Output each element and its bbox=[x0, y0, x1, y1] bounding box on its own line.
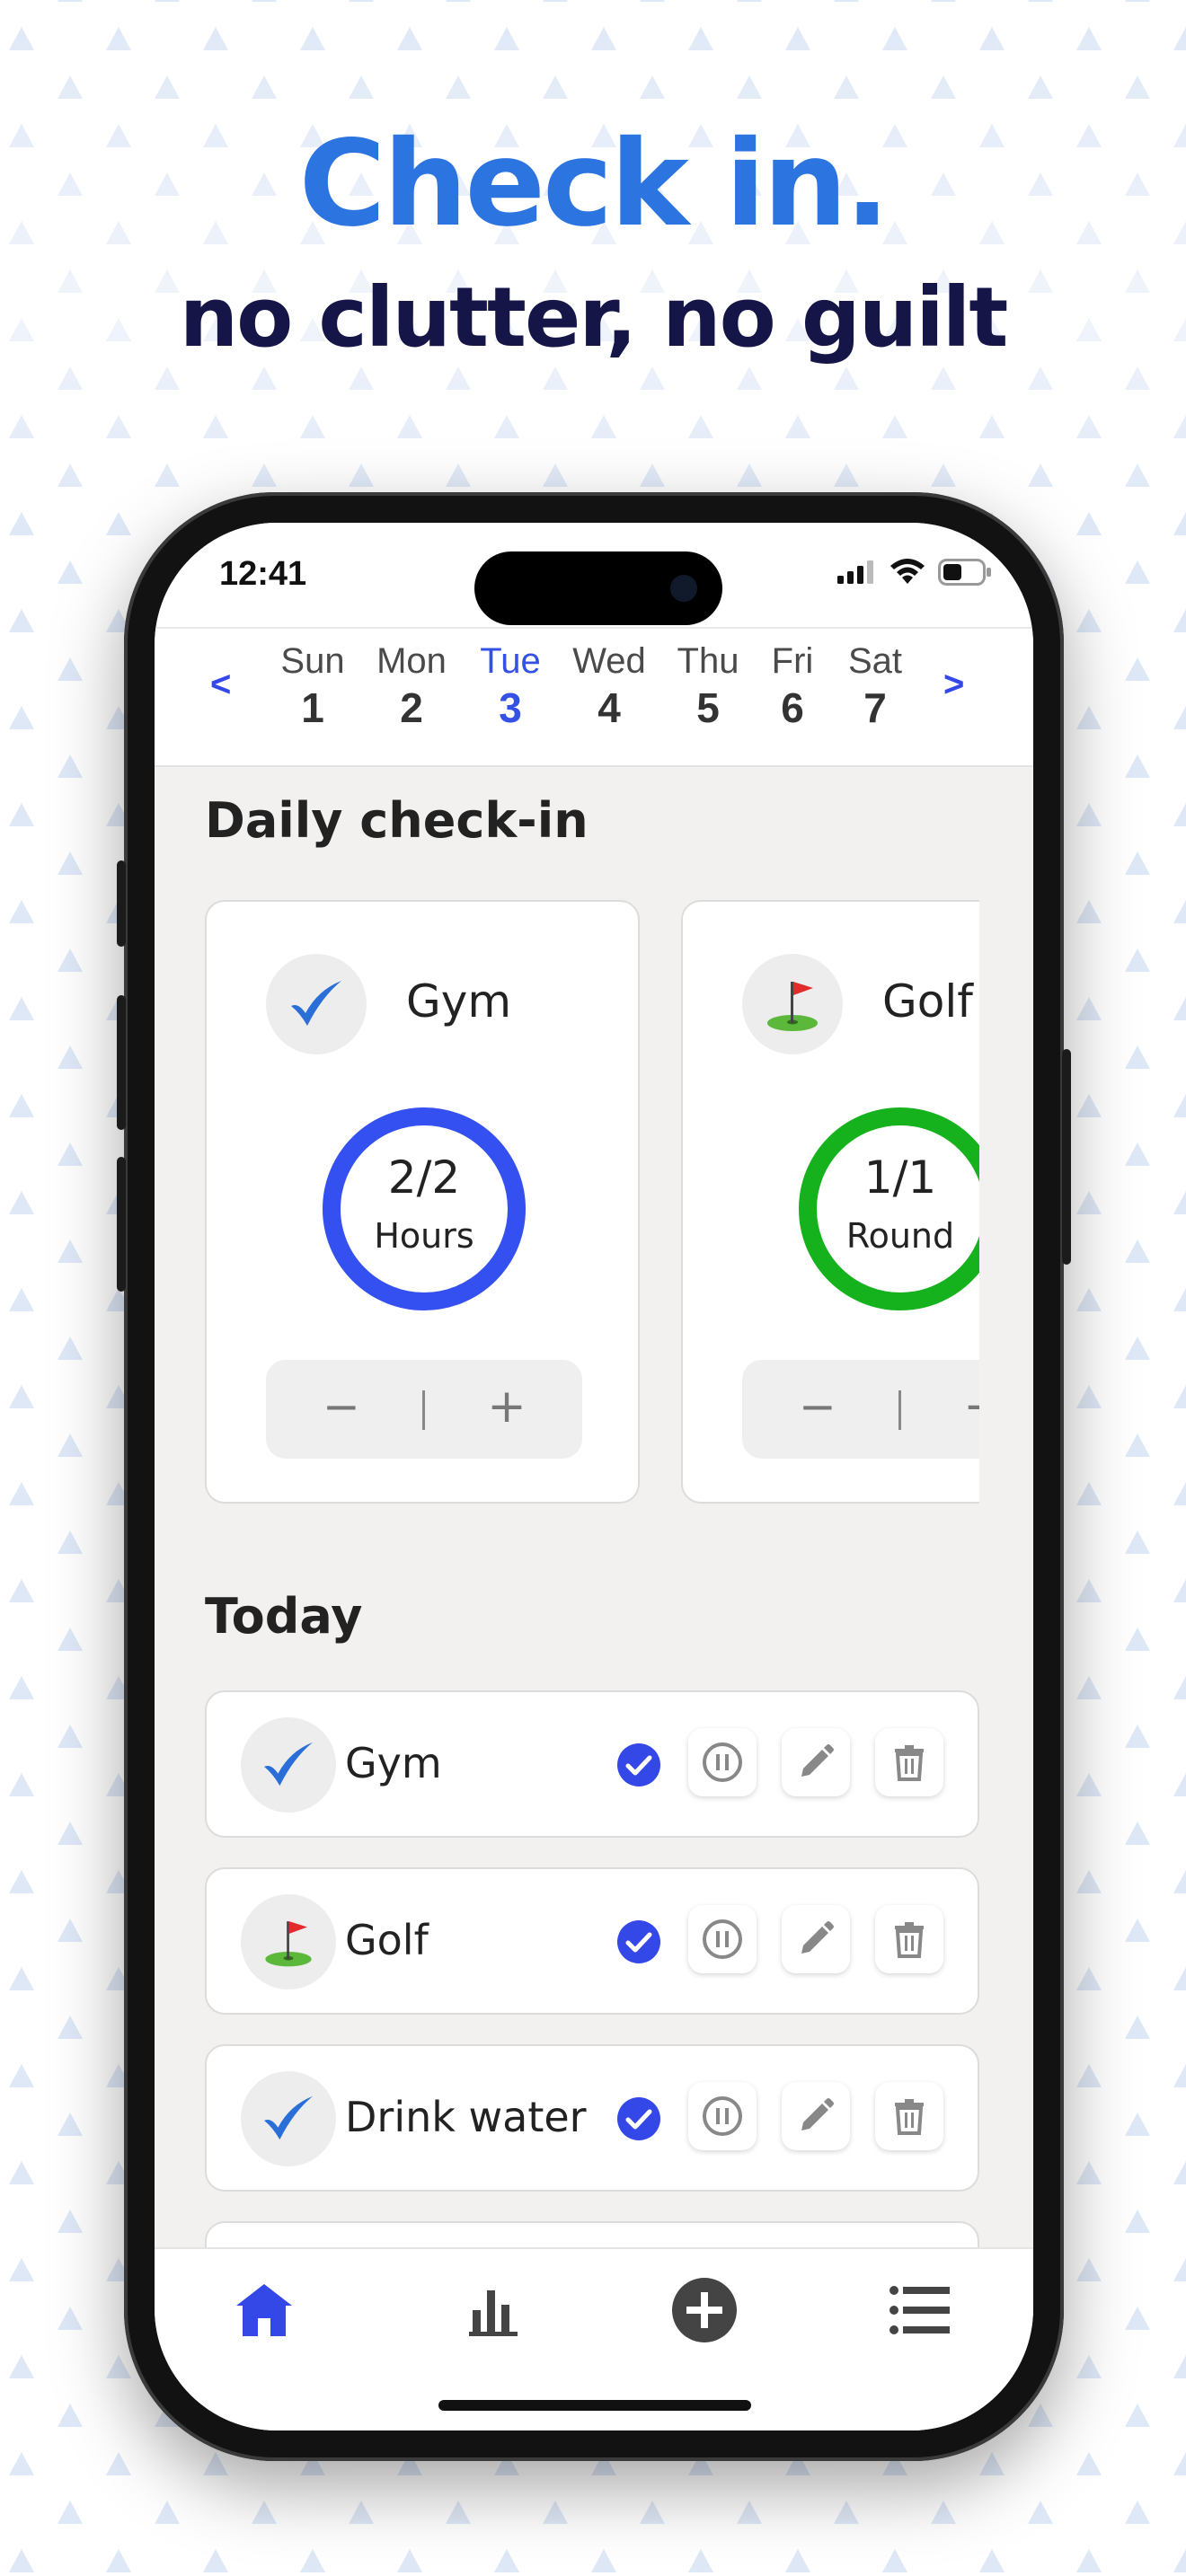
progress-ring-gym bbox=[323, 1107, 526, 1310]
daily-checkin-carousel[interactable]: Gym 2/2 Hours − + Golf 1/1 Round − bbox=[205, 900, 979, 1511]
day-wed[interactable]: Wed 4 bbox=[564, 641, 654, 732]
battery-icon bbox=[938, 559, 991, 586]
progress-value: 1/1 bbox=[863, 1151, 937, 1204]
progress-ring-golf bbox=[799, 1107, 979, 1310]
completed-checkbox-icon[interactable] bbox=[616, 1919, 661, 1964]
item-label: Golf bbox=[345, 1916, 429, 1964]
pause-icon bbox=[703, 1742, 742, 1782]
day-sun[interactable]: Sun 1 bbox=[268, 641, 358, 732]
increment-button[interactable]: + bbox=[482, 1380, 532, 1434]
delete-button[interactable] bbox=[875, 1905, 943, 1973]
stepper-divider bbox=[422, 1390, 425, 1430]
day-sat[interactable]: Sat 7 bbox=[830, 641, 920, 732]
prev-week-button[interactable]: < bbox=[210, 665, 231, 705]
cellular-signal-icon bbox=[837, 560, 873, 584]
list-icon bbox=[890, 2286, 950, 2334]
trash-icon bbox=[895, 1922, 924, 1958]
quantity-stepper: − + bbox=[742, 1360, 979, 1459]
pause-button[interactable] bbox=[688, 2082, 757, 2150]
next-week-button[interactable]: > bbox=[943, 665, 964, 705]
check-icon bbox=[241, 2071, 336, 2166]
home-indicator bbox=[438, 2400, 751, 2411]
pencil-icon bbox=[801, 1744, 834, 1777]
checkin-card-golf[interactable]: Golf 1/1 Round − + bbox=[681, 900, 979, 1504]
golf-flag-icon bbox=[241, 1894, 336, 1989]
home-icon bbox=[236, 2284, 292, 2336]
tab-add[interactable] bbox=[668, 2274, 740, 2346]
completed-checkbox-icon[interactable] bbox=[616, 1742, 661, 1787]
today-title: Today bbox=[205, 1588, 363, 1645]
pause-button[interactable] bbox=[688, 1728, 757, 1796]
card-title: Gym bbox=[406, 975, 512, 1028]
promo-subheadline: no clutter, no guilt bbox=[179, 269, 1009, 366]
day-fri[interactable]: Fri 6 bbox=[748, 641, 837, 732]
week-navigator: < Sun 1 Mon 2 Tue 3 Wed 4 Thu 5 Fri 6 Sat 7 > bbox=[155, 627, 1033, 767]
tab-home[interactable] bbox=[228, 2274, 300, 2346]
daily-checkin-title: Daily check-in bbox=[205, 792, 589, 849]
status-time: 12:41 bbox=[219, 555, 307, 593]
progress-value: 2/2 bbox=[387, 1151, 461, 1204]
decrement-button[interactable]: − bbox=[792, 1380, 843, 1434]
decrement-button[interactable]: − bbox=[316, 1380, 367, 1434]
progress-unit: Round bbox=[845, 1216, 955, 1256]
card-title: Golf bbox=[882, 975, 973, 1028]
app-screen: 12:41 < Sun 1 Mon 2 Tue 3 Wed 4 Thu 5 Fr… bbox=[155, 523, 1033, 2430]
delete-button[interactable] bbox=[875, 2082, 943, 2150]
increment-button[interactable]: + bbox=[958, 1380, 979, 1434]
pause-button[interactable] bbox=[688, 1905, 757, 1973]
stepper-divider bbox=[898, 1390, 901, 1430]
edit-button[interactable] bbox=[782, 1728, 850, 1796]
phone-frame: 12:41 < Sun 1 Mon 2 Tue 3 Wed 4 Thu 5 Fr… bbox=[117, 492, 1071, 2461]
item-label: Gym bbox=[345, 1739, 442, 1787]
bar-chart-icon bbox=[469, 2290, 518, 2336]
pencil-icon bbox=[801, 2098, 834, 2130]
item-label: Drink water bbox=[345, 2093, 587, 2141]
checkin-card-gym[interactable]: Gym 2/2 Hours − + bbox=[205, 900, 640, 1504]
progress-unit: Hours bbox=[374, 1216, 474, 1256]
check-icon bbox=[266, 954, 367, 1054]
trash-icon bbox=[895, 2099, 924, 2135]
status-bar: 12:41 bbox=[155, 523, 1033, 627]
wifi-icon bbox=[890, 559, 925, 584]
day-thu[interactable]: Thu 5 bbox=[663, 641, 753, 732]
promo-headline: Check in. bbox=[298, 115, 890, 253]
edit-button[interactable] bbox=[782, 1905, 850, 1973]
add-circle-icon bbox=[672, 2278, 737, 2342]
pause-icon bbox=[703, 2096, 742, 2136]
trash-icon bbox=[895, 1745, 924, 1781]
completed-checkbox-icon[interactable] bbox=[616, 2096, 661, 2141]
today-item-gym[interactable]: Gym bbox=[205, 1690, 979, 1838]
pause-icon bbox=[703, 1919, 742, 1959]
today-item-golf[interactable]: Golf bbox=[205, 1867, 979, 2015]
day-tue-selected[interactable]: Tue 3 bbox=[465, 641, 555, 732]
tab-list[interactable] bbox=[884, 2274, 956, 2346]
today-item-drink-water[interactable]: Drink water bbox=[205, 2044, 979, 2192]
delete-button[interactable] bbox=[875, 1728, 943, 1796]
check-icon bbox=[241, 1717, 336, 1813]
edit-button[interactable] bbox=[782, 2082, 850, 2150]
pencil-icon bbox=[801, 1921, 834, 1954]
dynamic-island bbox=[474, 551, 722, 625]
day-mon[interactable]: Mon 2 bbox=[367, 641, 456, 732]
quantity-stepper: − + bbox=[266, 1360, 582, 1459]
tab-stats[interactable] bbox=[458, 2274, 530, 2346]
golf-flag-icon bbox=[742, 954, 843, 1054]
